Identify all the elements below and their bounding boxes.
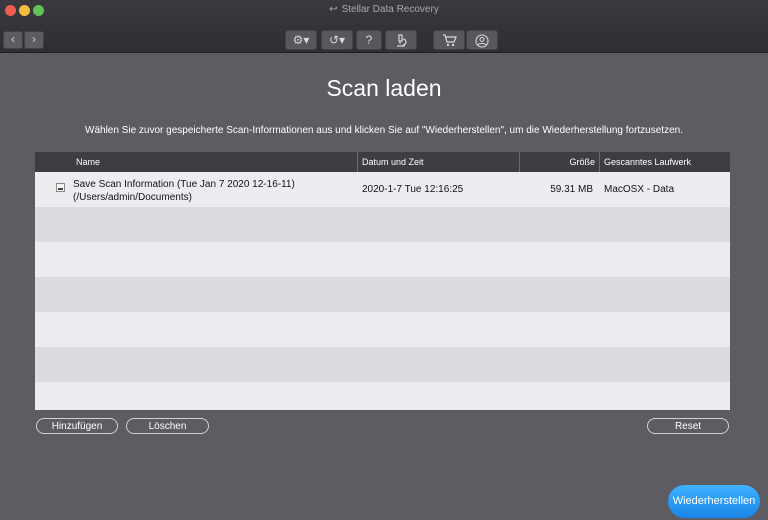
history-button[interactable]: ↺▾ [321,30,353,50]
recover-button[interactable]: Wiederherstellen [668,485,760,518]
window-title-text: Stellar Data Recovery [341,4,439,15]
gear-icon: ⚙▾ [292,33,310,47]
table-header: Name Datum und Zeit Größe Gescanntes Lau… [35,152,730,172]
row-datetime: 2020-1-7 Tue 12:16:25 [362,184,464,195]
column-header-datetime[interactable]: Datum und Zeit [358,152,520,172]
microscope-icon [397,34,407,47]
scan-button[interactable] [385,30,417,50]
forward-button[interactable]: › [24,31,44,49]
chevron-left-icon: ‹ [11,32,15,46]
user-icon [475,34,489,48]
row-name-line1: Save Scan Information (Tue Jan 7 2020 12… [73,179,295,190]
empty-row [35,242,730,277]
row-drive: MacOSX - Data [604,184,675,195]
chevron-right-icon: › [32,32,36,46]
column-header-size[interactable]: Größe [520,152,600,172]
cart-button[interactable] [433,30,465,50]
empty-row [35,347,730,382]
reset-button[interactable]: Reset [647,418,729,434]
title-bar: ↩ Stellar Data Recovery ‹ › ⚙▾ ↺▾ ? [0,0,768,53]
table-row[interactable]: Save Scan Information (Tue Jan 7 2020 12… [35,172,730,207]
window-title: ↩ Stellar Data Recovery [0,4,768,15]
empty-row [35,207,730,242]
row-name-line2: (/Users/admin/Documents) [73,192,192,203]
settings-button[interactable]: ⚙▾ [285,30,317,50]
empty-row [35,382,730,410]
column-header-name[interactable]: Name [35,152,358,172]
empty-row [35,277,730,312]
scan-table: Name Datum und Zeit Größe Gescanntes Lau… [35,152,730,410]
back-button[interactable]: ‹ [3,31,23,49]
delete-button[interactable]: Löschen [126,418,209,434]
account-button[interactable] [466,30,498,50]
column-header-drive[interactable]: Gescanntes Laufwerk [600,152,730,172]
cart-icon [442,34,457,47]
add-button[interactable]: Hinzufügen [36,418,118,434]
scan-file-icon [56,183,65,192]
page-title: Scan laden [326,75,442,101]
help-button[interactable]: ? [356,30,382,50]
history-icon: ↺▾ [328,33,346,47]
row-size: 59.31 MB [550,184,593,195]
page-description: Wählen Sie zuvor gespeicherte Scan-Infor… [85,125,683,136]
empty-row [35,312,730,347]
help-label: ? [365,33,373,47]
app-logo-icon: ↩ [329,4,338,15]
